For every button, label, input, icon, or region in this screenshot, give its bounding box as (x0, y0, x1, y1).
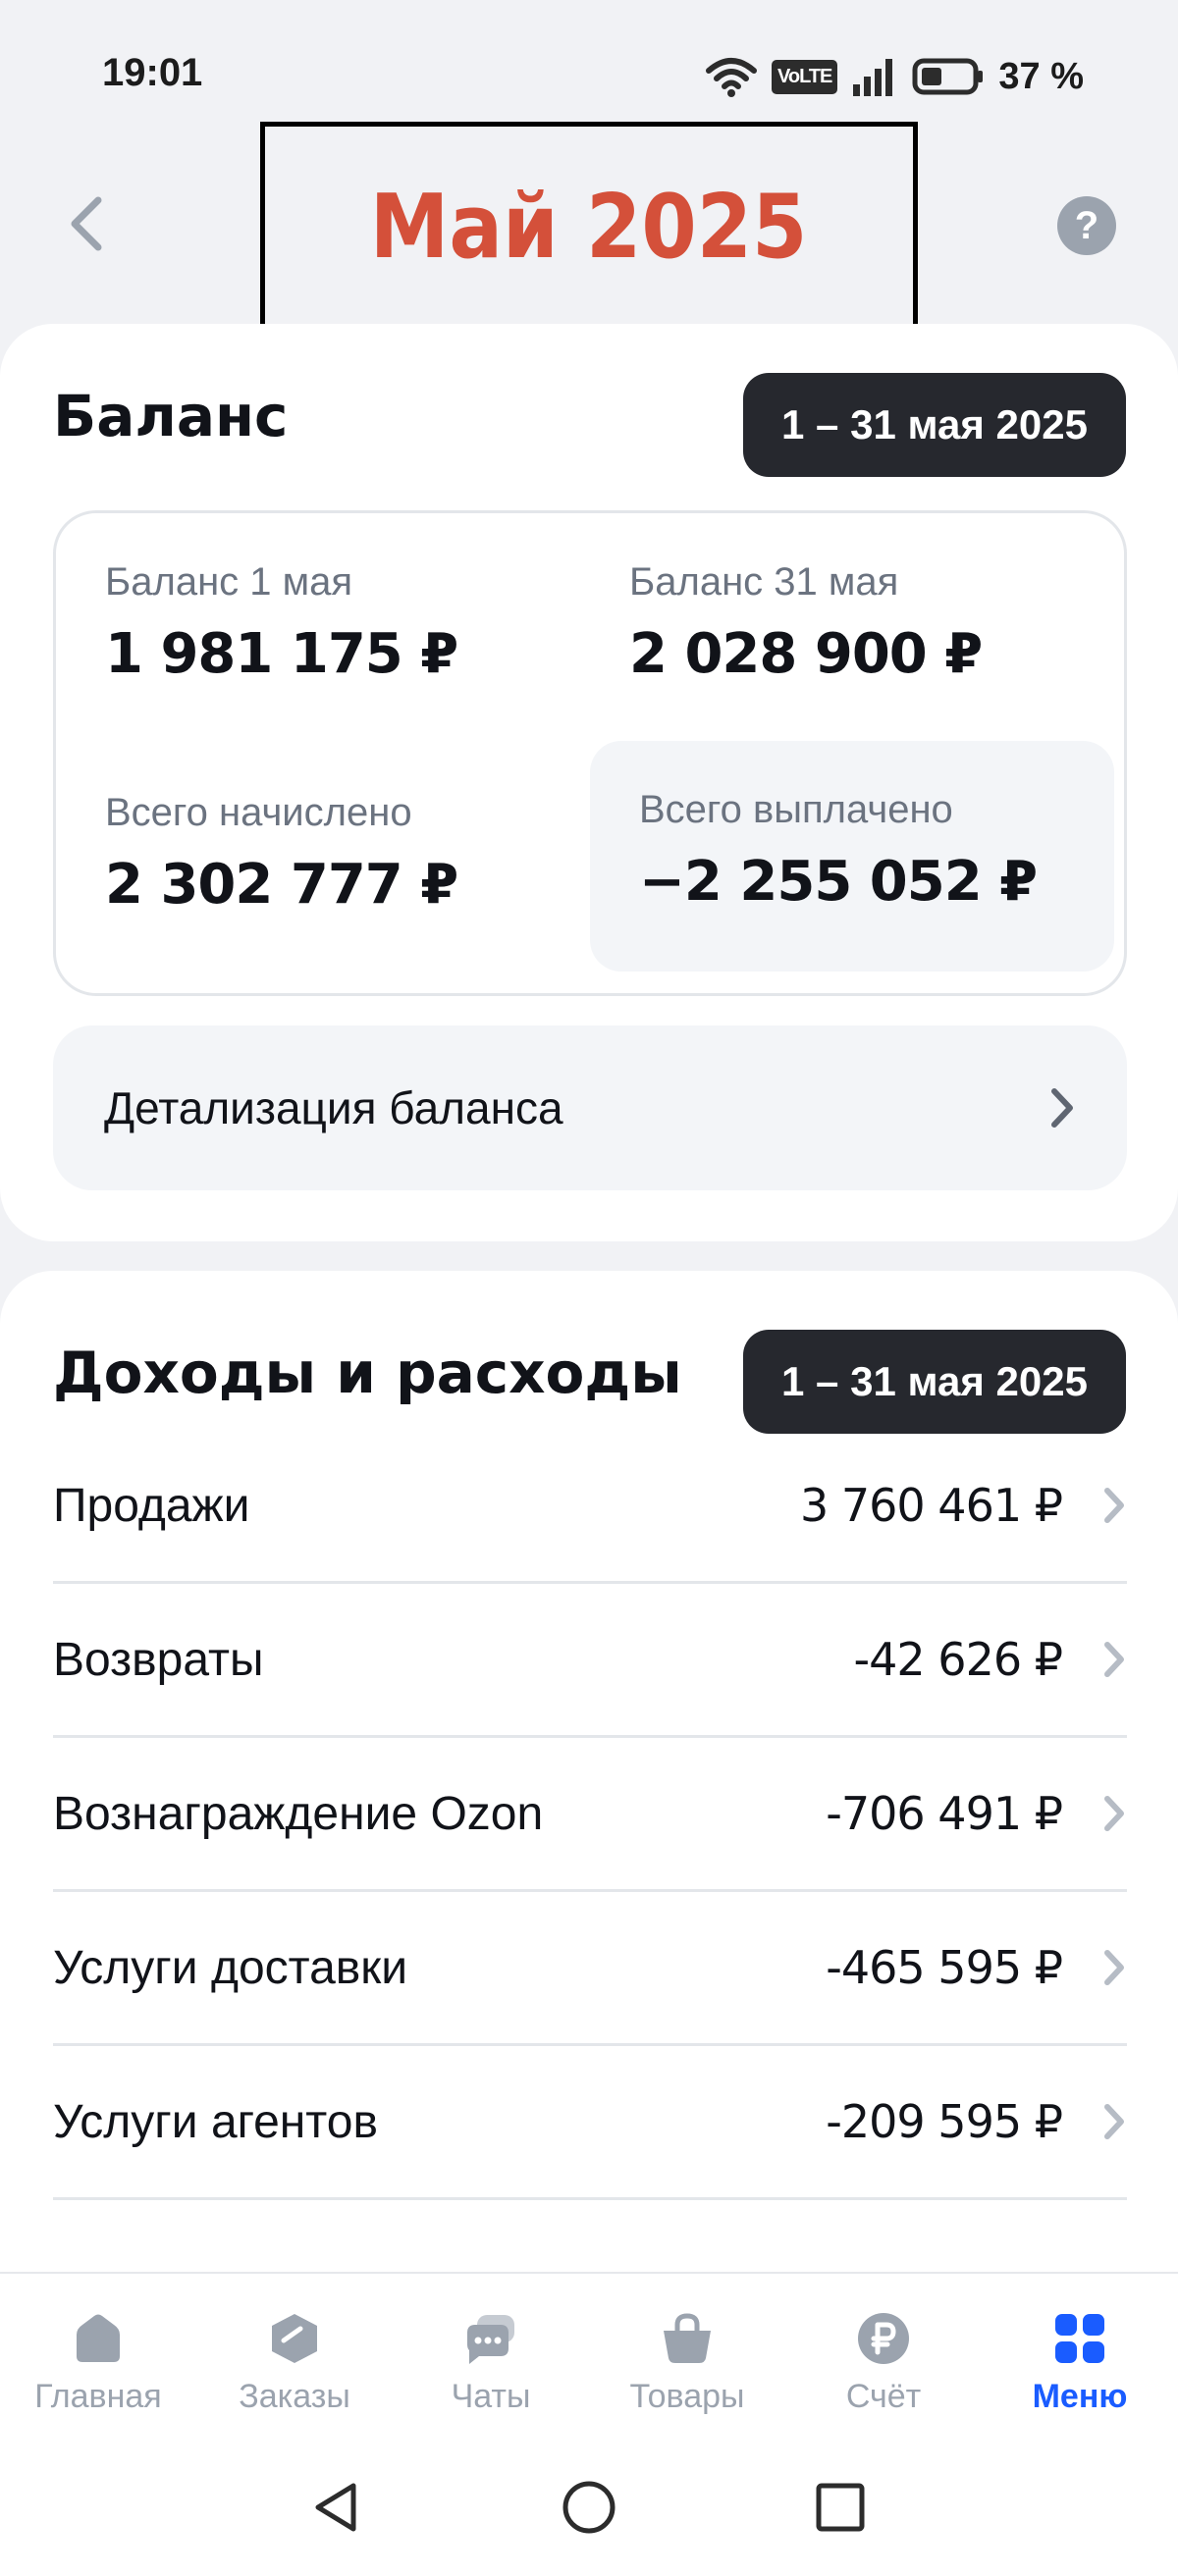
home-icon (77, 2314, 120, 2362)
system-recents-icon[interactable] (813, 2480, 868, 2535)
chevron-left-icon (71, 196, 102, 251)
list-item-label: Услуги агентов (53, 2095, 378, 2148)
income-list: Продажи 3 760 461 ₽ Возвраты -42 626 ₽ В… (53, 1430, 1127, 2200)
balance-end-label: Баланс 31 мая (629, 560, 899, 604)
chevron-right-icon (1051, 1088, 1073, 1128)
balance-card: Баланс 1 – 31 мая 2025 Баланс 1 мая 1 98… (0, 324, 1178, 1241)
page-title: Май 2025 (370, 175, 808, 279)
nav-item-home[interactable]: Главная (0, 2274, 196, 2439)
signal-icon (853, 59, 893, 96)
system-home-icon[interactable] (562, 2480, 616, 2535)
chevron-right-icon (1104, 2104, 1124, 2139)
list-item-label: Продажи (53, 1479, 250, 1532)
balance-start: Баланс 1 мая 1 981 175 ₽ (56, 513, 576, 744)
back-button[interactable] (57, 184, 116, 263)
list-item-value: -465 595 ₽ (826, 1941, 1063, 1994)
bag-icon (664, 2313, 711, 2363)
income-date-range[interactable]: 1 – 31 мая 2025 (743, 1330, 1126, 1434)
chat-icon (467, 2315, 514, 2364)
list-item-value: -209 595 ₽ (826, 2095, 1063, 2148)
balance-title: Баланс (53, 383, 289, 449)
list-item-label: Вознаграждение Ozon (53, 1787, 544, 1840)
list-item[interactable]: Услуги доставки -465 595 ₽ (53, 1892, 1127, 2046)
list-item-value: -706 491 ₽ (826, 1787, 1063, 1840)
box-icon (272, 2314, 317, 2363)
grid-icon (1055, 2314, 1104, 2363)
balance-date-range[interactable]: 1 – 31 мая 2025 (743, 373, 1126, 477)
balance-summary: Баланс 1 мая 1 981 175 ₽ Баланс 31 мая 2… (53, 510, 1127, 996)
ruble-icon (858, 2313, 909, 2364)
nav-item-chats[interactable]: Чаты (393, 2274, 589, 2439)
balance-paid-label: Всего выплачено (639, 788, 953, 831)
help-button[interactable]: ? (1057, 196, 1116, 255)
nav-label: Счёт (845, 2378, 922, 2415)
page-title-box: Май 2025 (260, 122, 918, 332)
nav-label: Чаты (451, 2378, 531, 2415)
balance-detail-link[interactable]: Детализация баланса (53, 1025, 1127, 1190)
balance-accrued: Всего начислено 2 302 777 ₽ (56, 744, 576, 974)
list-item-value: 3 760 461 ₽ (800, 1479, 1063, 1532)
income-title: Доходы и расходы (53, 1340, 682, 1406)
chevron-right-icon (1104, 1642, 1124, 1677)
chevron-right-icon (1104, 1796, 1124, 1831)
list-item[interactable]: Возвраты -42 626 ₽ (53, 1584, 1127, 1738)
volte-badge: VoLTE (772, 59, 838, 94)
nav-label: Меню (1032, 2378, 1128, 2415)
system-nav (0, 2439, 1178, 2576)
battery-percent: 37 % (998, 55, 1084, 97)
nav-item-orders[interactable]: Заказы (196, 2274, 393, 2439)
balance-accrued-value: 2 302 777 ₽ (105, 853, 458, 917)
balance-end: Баланс 31 мая 2 028 900 ₽ (580, 513, 1100, 744)
list-item[interactable]: Услуги агентов -209 595 ₽ (53, 2046, 1127, 2200)
balance-paid: Всего выплачено −2 255 052 ₽ (590, 741, 1114, 972)
system-back-icon[interactable] (310, 2480, 365, 2535)
list-item[interactable]: Вознаграждение Ozon -706 491 ₽ (53, 1738, 1127, 1892)
bottom-nav: Главная Заказы Чаты Товары Счёт Меню (0, 2272, 1178, 2439)
balance-paid-value: −2 255 052 ₽ (639, 850, 1038, 914)
balance-end-value: 2 028 900 ₽ (629, 622, 983, 686)
status-time: 19:01 (102, 51, 203, 94)
header: Май 2025 ? (0, 108, 1178, 332)
nav-label: Главная (34, 2378, 162, 2415)
status-icons: VoLTE 37 % (705, 51, 1084, 102)
chevron-right-icon (1104, 1488, 1124, 1523)
balance-accrued-label: Всего начислено (105, 791, 412, 834)
nav-label: Заказы (239, 2378, 350, 2415)
battery-icon (912, 58, 984, 95)
wifi-icon (706, 58, 757, 97)
list-item-label: Услуги доставки (53, 1941, 408, 1994)
balance-start-value: 1 981 175 ₽ (105, 622, 458, 686)
list-item[interactable]: Продажи 3 760 461 ₽ (53, 1430, 1127, 1584)
list-item-label: Возвраты (53, 1633, 264, 1686)
nav-label: Товары (629, 2378, 745, 2415)
nav-item-products[interactable]: Товары (589, 2274, 785, 2439)
list-item-value: -42 626 ₽ (853, 1633, 1063, 1686)
question-icon: ? (1074, 203, 1099, 247)
chevron-right-icon (1104, 1950, 1124, 1985)
nav-item-menu[interactable]: Меню (982, 2274, 1178, 2439)
balance-detail-label: Детализация баланса (104, 1082, 563, 1133)
balance-start-label: Баланс 1 мая (105, 560, 353, 604)
nav-item-account[interactable]: Счёт (785, 2274, 982, 2439)
